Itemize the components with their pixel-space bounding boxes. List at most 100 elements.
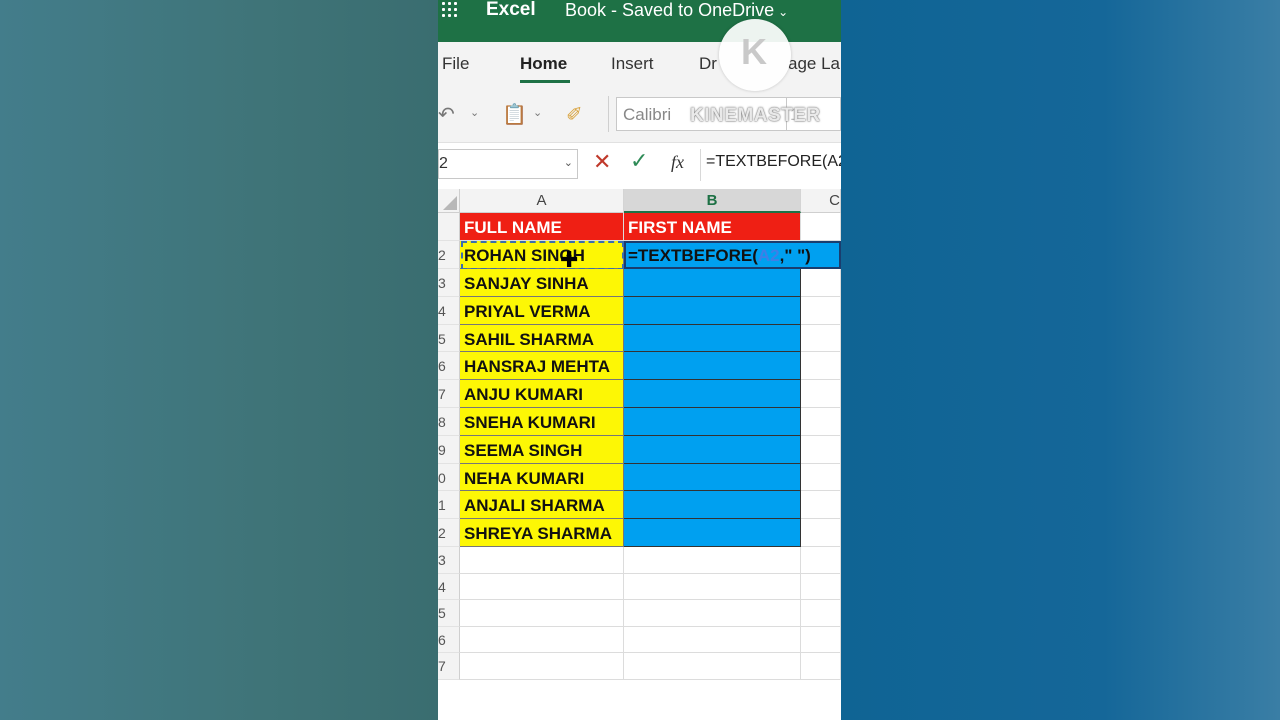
row-header[interactable]: 9 <box>438 435 460 464</box>
paste-dropdown-chevron-icon[interactable]: ⌄ <box>533 106 542 119</box>
tab-insert[interactable]: Insert <box>611 54 654 74</box>
row-header[interactable] <box>438 213 460 241</box>
cell[interactable] <box>624 626 801 653</box>
row-number: 6 <box>438 358 446 375</box>
first-name-cell[interactable] <box>624 380 801 408</box>
enter-check-icon[interactable]: ✓ <box>630 148 648 174</box>
undo-icon[interactable]: ↶ <box>438 102 455 127</box>
header-cell-first-name[interactable]: FIRST NAME <box>624 213 801 241</box>
cell[interactable] <box>801 547 841 574</box>
row-header[interactable]: 6 <box>438 352 460 381</box>
format-painter-icon[interactable]: ✐ <box>566 102 583 127</box>
app-launcher-icon[interactable] <box>442 2 457 20</box>
document-title-text: Book - Saved to OneDrive <box>565 0 775 20</box>
row-header[interactable]: 1 <box>438 491 460 520</box>
formula-prefix: =TEXTBEFORE( <box>628 246 758 265</box>
name-cell[interactable]: SNEHA KUMARI <box>460 408 624 436</box>
cell[interactable] <box>801 626 841 653</box>
first-name-cell[interactable] <box>624 269 801 297</box>
editing-cell[interactable]: =TEXTBEFORE(A2," ") <box>624 241 841 269</box>
select-all-corner[interactable] <box>438 189 460 213</box>
cell[interactable] <box>801 296 841 325</box>
row-number: 3 <box>438 275 446 291</box>
name-cell[interactable]: PRIYAL VERMA <box>460 296 624 325</box>
cell[interactable] <box>460 653 624 680</box>
name-cell[interactable]: ANJU KUMARI <box>460 380 624 408</box>
cell[interactable] <box>460 626 624 653</box>
name-text: ANJALI SHARMA <box>464 496 605 516</box>
cell[interactable] <box>801 269 841 297</box>
cell[interactable] <box>801 463 841 492</box>
name-cell[interactable]: SHREYA SHARMA <box>460 519 624 547</box>
excel-window: Excel Book - Saved to OneDrive ⌄ File Hom… <box>438 0 841 720</box>
cell[interactable] <box>460 547 624 574</box>
tab-home[interactable]: Home <box>520 54 567 74</box>
cell[interactable] <box>801 435 841 464</box>
header-cell-full-name[interactable]: FULL NAME <box>460 213 624 241</box>
cell[interactable] <box>801 519 841 547</box>
cell[interactable] <box>801 491 841 520</box>
row-number: 5 <box>438 605 446 621</box>
cell[interactable] <box>801 352 841 381</box>
row-header[interactable]: 4 <box>438 296 460 325</box>
row-header[interactable]: 5 <box>438 324 460 353</box>
first-name-cell[interactable] <box>624 463 801 492</box>
cell[interactable] <box>801 600 841 627</box>
row-number: 7 <box>438 386 446 403</box>
row-header[interactable]: 4 <box>438 573 460 600</box>
column-header-a[interactable]: A <box>460 189 624 213</box>
tab-draw[interactable]: Dr <box>699 54 717 74</box>
undo-dropdown-chevron-icon[interactable]: ⌄ <box>470 106 479 119</box>
row-header[interactable]: 8 <box>438 408 460 436</box>
cell[interactable] <box>460 573 624 600</box>
name-cell[interactable]: NEHA KUMARI <box>460 463 624 492</box>
row-header[interactable]: 5 <box>438 600 460 627</box>
cell[interactable] <box>624 547 801 574</box>
cell[interactable] <box>624 600 801 627</box>
cell[interactable] <box>801 653 841 680</box>
cell[interactable] <box>801 573 841 600</box>
row-header[interactable]: 7 <box>438 653 460 680</box>
row-header[interactable]: 3 <box>438 547 460 574</box>
name-cell[interactable]: HANSRAJ MEHTA <box>460 352 624 381</box>
header-text: FIRST NAME <box>628 218 732 237</box>
row-header[interactable]: 2 <box>438 519 460 547</box>
first-name-cell[interactable] <box>624 324 801 353</box>
first-name-cell[interactable] <box>624 352 801 381</box>
cell[interactable] <box>460 600 624 627</box>
cancel-icon[interactable]: ✕ <box>593 149 611 175</box>
chevron-down-icon[interactable]: ⌄ <box>564 156 573 169</box>
name-cell[interactable]: ANJALI SHARMA <box>460 491 624 520</box>
row-header[interactable]: 7 <box>438 380 460 408</box>
cell[interactable] <box>801 324 841 353</box>
insert-function-button[interactable]: fx <box>671 152 684 173</box>
name-text: SNEHA KUMARI <box>464 413 596 432</box>
name-cell[interactable]: SEEMA SINGH <box>460 435 624 464</box>
row-header[interactable]: 2 <box>438 241 460 269</box>
document-title[interactable]: Book - Saved to OneDrive ⌄ <box>565 0 788 21</box>
row-header[interactable]: 0 <box>438 463 460 492</box>
name-text: SHREYA SHARMA <box>464 524 612 544</box>
name-cell[interactable]: SANJAY SINHA <box>460 269 624 297</box>
column-header-b[interactable]: B <box>624 189 801 213</box>
tab-file[interactable]: File <box>442 54 469 74</box>
cell[interactable] <box>624 653 801 680</box>
first-name-cell[interactable] <box>624 435 801 464</box>
first-name-cell[interactable] <box>624 491 801 520</box>
kinemaster-logo: K <box>719 19 791 91</box>
name-cell[interactable]: SAHIL SHARMA <box>460 324 624 353</box>
cell[interactable] <box>801 408 841 436</box>
row-header[interactable]: 6 <box>438 626 460 653</box>
first-name-cell[interactable] <box>624 408 801 436</box>
clipboard-icon[interactable]: 📋 <box>502 102 527 127</box>
cell[interactable] <box>801 213 841 241</box>
formula-input[interactable]: =TEXTBEFORE(A2 <box>706 153 841 171</box>
cell[interactable] <box>801 380 841 408</box>
first-name-cell[interactable] <box>624 296 801 325</box>
first-name-cell[interactable] <box>624 519 801 547</box>
tab-page-layout[interactable]: age La <box>788 54 840 74</box>
column-header-c[interactable]: C <box>801 189 841 213</box>
name-box[interactable]: 2 ⌄ <box>438 149 578 179</box>
row-header[interactable]: 3 <box>438 269 460 297</box>
cell[interactable] <box>624 573 801 600</box>
